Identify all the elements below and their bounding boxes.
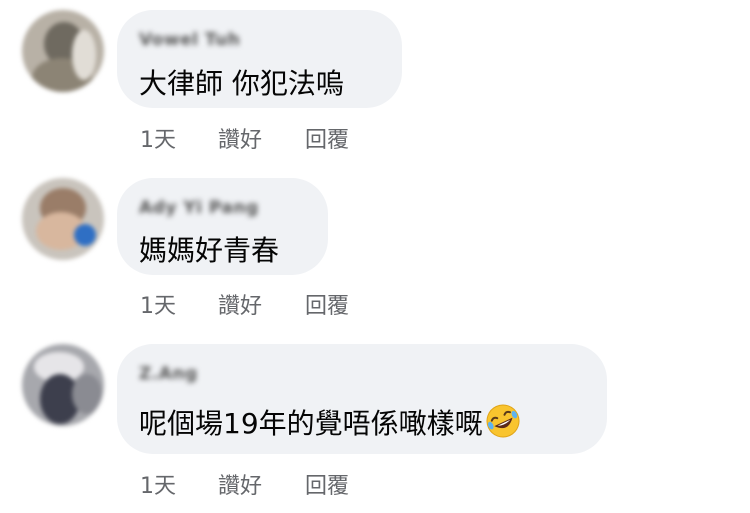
rolling-on-the-floor-laughing-icon (486, 404, 520, 438)
comment-author[interactable]: Z.Ang (139, 364, 198, 384)
comment-list: Vowel Tuh 大律師 你犯法嗚 1天 讚好 回覆 Ady Yi Pang … (0, 0, 750, 513)
comment-bubble: Z.Ang 呢個場19年的覺唔係噉樣嘅 (117, 344, 607, 454)
comment-text: 大律師 你犯法嗚 (139, 67, 344, 100)
comment-author[interactable]: Ady Yi Pang (139, 198, 259, 218)
comment-time[interactable]: 1天 (140, 468, 176, 500)
comment-bubble: Ady Yi Pang 媽媽好青春 (117, 178, 328, 275)
avatar[interactable] (22, 178, 104, 260)
reply-button[interactable]: 回覆 (305, 468, 349, 500)
like-button[interactable]: 讚好 (218, 288, 262, 320)
reply-button[interactable]: 回覆 (305, 122, 349, 154)
comment-text: 呢個場19年的覺唔係噉樣嘅 (139, 407, 483, 440)
comment-text-line: 呢個場19年的覺唔係噉樣嘅 (139, 402, 521, 442)
comment-author[interactable]: Vowel Tuh (139, 30, 240, 50)
comment-bubble: Vowel Tuh 大律師 你犯法嗚 (117, 10, 402, 108)
comment-time[interactable]: 1天 (140, 122, 176, 154)
avatar[interactable] (22, 10, 104, 92)
comment-time[interactable]: 1天 (140, 288, 176, 320)
reply-button[interactable]: 回覆 (305, 288, 349, 320)
comment-text: 媽媽好青春 (139, 234, 280, 267)
like-button[interactable]: 讚好 (218, 468, 262, 500)
like-button[interactable]: 讚好 (218, 122, 262, 154)
avatar[interactable] (22, 344, 104, 426)
